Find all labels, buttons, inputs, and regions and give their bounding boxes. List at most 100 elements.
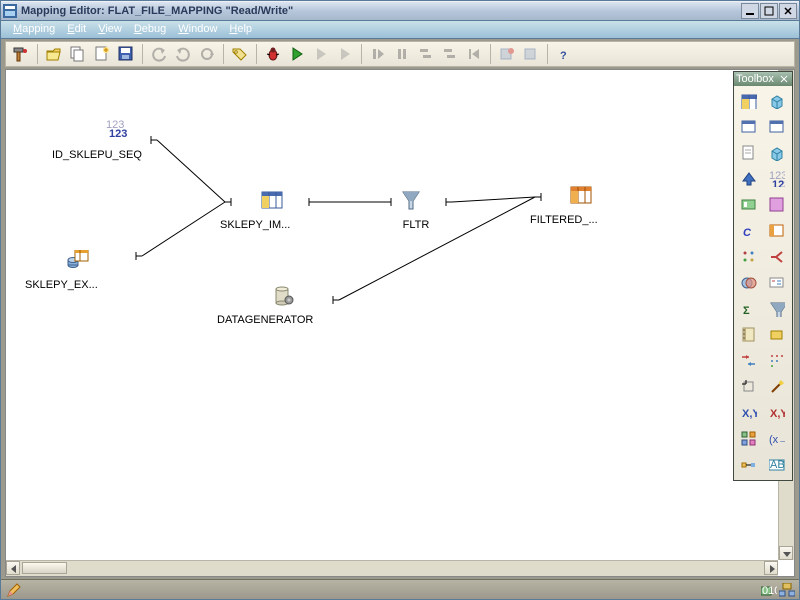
palette-crop-icon[interactable] [736, 375, 762, 399]
canvas-frame: 123123ID_SKLEPU_SEQSKLEPY_EX...SKLEPY_IM… [5, 69, 795, 577]
palette-seq-123-icon[interactable]: 123123 [764, 167, 790, 191]
scroll-right-button[interactable] [764, 561, 778, 575]
palette-doc-icon[interactable] [736, 141, 762, 165]
close-button[interactable] [779, 3, 797, 19]
scroll-left-button[interactable] [6, 561, 20, 575]
scroll-thumb[interactable] [22, 562, 67, 574]
toolbox-close-button[interactable] [778, 73, 790, 85]
node-label: SKLEPY_EX... [25, 279, 98, 291]
palette-xy-blue-icon[interactable]: X,Y [736, 401, 762, 425]
scroll-down-button[interactable] [779, 546, 793, 560]
node-label: SKLEPY_IM... [220, 219, 290, 231]
palette-branch-icon[interactable] [764, 245, 790, 269]
palette-module-icon[interactable] [736, 193, 762, 217]
svg-text:C: C [743, 227, 752, 239]
toolbar: ? [5, 41, 795, 67]
node-label: FLTR [401, 219, 431, 231]
menu-edit[interactable]: Edit [61, 21, 92, 38]
menu-debug[interactable]: Debug [128, 21, 172, 38]
toolbox-body: 123123 C Σ X,Y X,Y (x→) ABC [734, 86, 792, 480]
step-over-button [415, 43, 437, 65]
palette-cube-icon[interactable] [764, 89, 790, 113]
palette-dbtable-icon[interactable] [764, 115, 790, 139]
palette-object-icon[interactable] [764, 193, 790, 217]
canvas[interactable]: 123123ID_SKLEPU_SEQ SKLEPY_EX... SKLEPY_IM… [6, 70, 778, 560]
node-filt[interactable]: FILTERED_... [551, 185, 619, 226]
svg-text:0101: 0101 [762, 585, 777, 597]
window-title: Mapping Editor: FLAT_FILE_MAPPING "Read/… [21, 5, 741, 17]
bug-button[interactable] [262, 43, 284, 65]
undo-button [148, 43, 170, 65]
step-into-button [439, 43, 461, 65]
save-button[interactable] [115, 43, 137, 65]
open-button[interactable] [43, 43, 65, 65]
menu-view[interactable]: View [92, 21, 128, 38]
palette-detail-icon[interactable] [764, 271, 790, 295]
svg-text:123: 123 [772, 179, 785, 187]
menu-help[interactable]: Help [223, 21, 258, 38]
tag-button[interactable] [229, 43, 251, 65]
break-cond-button [520, 43, 542, 65]
palette-sigma-icon[interactable]: Σ [736, 297, 762, 321]
palette-binder-icon[interactable] [736, 323, 762, 347]
play-button [367, 43, 389, 65]
toolbox-panel[interactable]: Toolbox 123123 C Σ X,Y X,Y (x→) ABC [733, 71, 793, 481]
palette-venn-icon[interactable] [736, 271, 762, 295]
node-seq[interactable]: 123123ID_SKLEPU_SEQ [76, 120, 166, 161]
palette-xy-red-icon[interactable]: X,Y [764, 401, 790, 425]
palette-arrow-up-icon[interactable] [736, 167, 762, 191]
palette-list-orange-icon[interactable] [764, 219, 790, 243]
titlebar: Mapping Editor: FLAT_FILE_MAPPING "Read/… [1, 1, 799, 21]
palette-arrows-inout-icon[interactable] [736, 349, 762, 373]
new-doc-button[interactable] [91, 43, 113, 65]
struct-icon [779, 583, 793, 597]
palette-dots-pattern-icon[interactable] [764, 349, 790, 373]
palette-wand-icon[interactable] [764, 375, 790, 399]
maximize-button[interactable] [760, 3, 778, 19]
copy-doc-button[interactable] [67, 43, 89, 65]
refresh-button [196, 43, 218, 65]
data-icon: 0101 [761, 583, 775, 597]
palette-flow-icon[interactable] [736, 453, 762, 477]
horizontal-scrollbar[interactable] [6, 560, 778, 576]
window-controls [741, 3, 797, 19]
menubar: MappingEditViewDebugWindowHelp [1, 21, 799, 39]
pause-button [391, 43, 413, 65]
palette-filter-y-icon[interactable] [764, 297, 790, 321]
node-label: FILTERED_... [530, 214, 598, 226]
palette-constant-c-icon[interactable]: C [736, 219, 762, 243]
run-gray-button [310, 43, 332, 65]
palette-xmap-icon[interactable]: (x→) [764, 427, 790, 451]
node-sklex[interactable]: SKLEPY_EX... [46, 250, 119, 291]
node-label: ID_SKLEPU_SEQ [52, 149, 142, 161]
node-fltr[interactable]: FLTR [401, 190, 431, 231]
break-button [496, 43, 518, 65]
pencil-icon [7, 583, 21, 597]
run-gray2-button [334, 43, 356, 65]
svg-text:Σ: Σ [743, 305, 750, 317]
main-area: 123123ID_SKLEPU_SEQSKLEPY_EX...SKLEPY_IM… [5, 69, 795, 577]
menu-window[interactable]: Window [172, 21, 223, 38]
palette-grid-dots-icon[interactable] [736, 245, 762, 269]
node-sklim[interactable]: SKLEPY_IM... [241, 190, 311, 231]
svg-text:ABC: ABC [770, 459, 785, 471]
palette-grid-multi-icon[interactable] [736, 427, 762, 451]
minimize-button[interactable] [741, 3, 759, 19]
run-green-button[interactable] [286, 43, 308, 65]
palette-text-abc-icon[interactable]: ABC [764, 453, 790, 477]
svg-text:?: ? [560, 50, 567, 62]
help-button[interactable]: ? [553, 43, 575, 65]
node-dgen[interactable]: DATAGENERATOR [241, 285, 337, 326]
palette-cube2-icon[interactable] [764, 141, 790, 165]
palette-box-yellow-icon[interactable] [764, 323, 790, 347]
palette-table2-icon[interactable] [736, 115, 762, 139]
node-label: DATAGENERATOR [217, 314, 313, 326]
toolbox-titlebar[interactable]: Toolbox [734, 72, 792, 86]
hammer-button[interactable] [10, 43, 32, 65]
redo-button [172, 43, 194, 65]
svg-text:X,Y: X,Y [742, 408, 757, 420]
svg-text:123: 123 [109, 128, 127, 140]
palette-table-icon[interactable] [736, 89, 762, 113]
menu-mapping[interactable]: Mapping [7, 21, 61, 38]
svg-text:(x→): (x→) [769, 434, 785, 446]
